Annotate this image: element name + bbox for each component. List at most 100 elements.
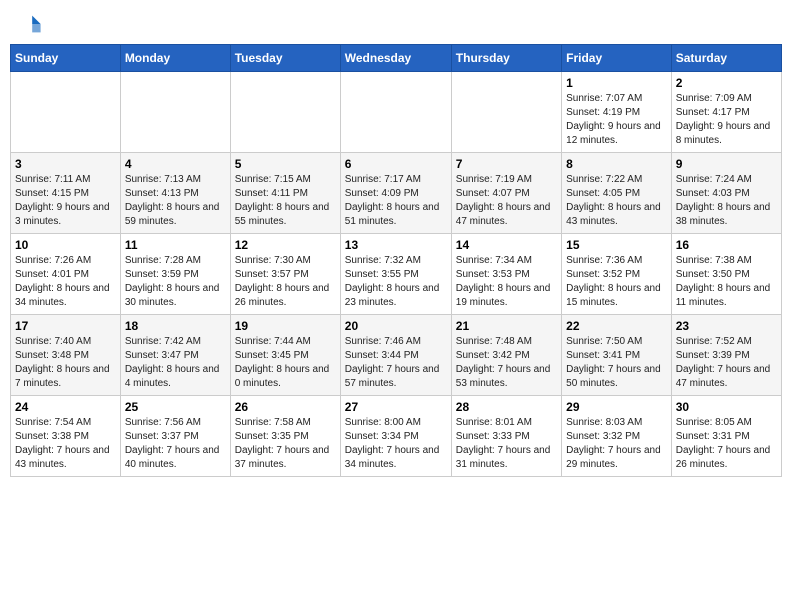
- calendar-cell: 25 Sunrise: 7:56 AM Sunset: 3:37 PM Dayli…: [120, 396, 230, 477]
- calendar-body: 1 Sunrise: 7:07 AM Sunset: 4:19 PM Daylig…: [11, 72, 782, 477]
- calendar-cell: [120, 72, 230, 153]
- calendar-cell: 15Sunrise: 7:36 AM Sunset: 3:52 PM Dayli…: [562, 234, 672, 315]
- day-info: Sunrise: 8:00 AM Sunset: 3:34 PM Dayligh…: [345, 416, 447, 472]
- calendar-cell: 12 Sunrise: 7:30 AM Sunset: 3:57 PM Dayli…: [230, 234, 340, 315]
- day-info: Sunrise: 7:46 AM Sunset: 3:44 PM Dayligh…: [345, 335, 447, 391]
- day-number: 30: [676, 400, 777, 414]
- calendar-cell: 27 Sunrise: 8:00 AM Sunset: 3:34 PM Dayli…: [340, 396, 451, 477]
- day-number: 27: [345, 400, 447, 414]
- calendar-cell: 22Sunrise: 7:50 AM Sunset: 3:41 PM Dayli…: [562, 315, 672, 396]
- week-row-4: 17Sunrise: 7:40 AM Sunset: 3:48 PM Dayli…: [11, 315, 782, 396]
- day-number: 19: [235, 319, 336, 333]
- day-number: 8: [566, 157, 667, 171]
- calendar-cell: 3 Sunrise: 7:11 AM Sunset: 4:15 PM Daylig…: [11, 153, 121, 234]
- day-header-saturday: Saturday: [671, 45, 781, 72]
- calendar-cell: 26 Sunrise: 7:58 AM Sunset: 3:35 PM Dayli…: [230, 396, 340, 477]
- day-number: 29: [566, 400, 667, 414]
- calendar-cell: 23Sunrise: 7:52 AM Sunset: 3:39 PM Dayli…: [671, 315, 781, 396]
- day-info: Sunrise: 7:56 AM Sunset: 3:37 PM Dayligh…: [125, 416, 226, 472]
- day-info: Sunrise: 7:34 AM Sunset: 3:53 PM Dayligh…: [456, 254, 557, 310]
- day-number: 20: [345, 319, 447, 333]
- calendar: SundayMondayTuesdayWednesdayThursdayFrid…: [10, 44, 782, 477]
- day-header-friday: Friday: [562, 45, 672, 72]
- day-info: Sunrise: 7:13 AM Sunset: 4:13 PM Dayligh…: [125, 173, 226, 229]
- calendar-cell: 16 Sunrise: 7:38 AM Sunset: 3:50 PM Dayli…: [671, 234, 781, 315]
- day-info: Sunrise: 7:38 AM Sunset: 3:50 PM Dayligh…: [676, 254, 777, 310]
- calendar-cell: [230, 72, 340, 153]
- day-info: Sunrise: 7:26 AM Sunset: 4:01 PM Dayligh…: [15, 254, 116, 310]
- day-info: Sunrise: 7:07 AM Sunset: 4:19 PM Dayligh…: [566, 92, 667, 148]
- week-row-2: 3 Sunrise: 7:11 AM Sunset: 4:15 PM Daylig…: [11, 153, 782, 234]
- day-number: 11: [125, 238, 226, 252]
- day-number: 25: [125, 400, 226, 414]
- day-number: 14: [456, 238, 557, 252]
- calendar-cell: 5Sunrise: 7:15 AM Sunset: 4:11 PM Daylig…: [230, 153, 340, 234]
- calendar-cell: 1 Sunrise: 7:07 AM Sunset: 4:19 PM Daylig…: [562, 72, 672, 153]
- day-number: 4: [125, 157, 226, 171]
- calendar-cell: 28 Sunrise: 8:01 AM Sunset: 3:33 PM Dayli…: [451, 396, 561, 477]
- day-info: Sunrise: 7:48 AM Sunset: 3:42 PM Dayligh…: [456, 335, 557, 391]
- week-row-1: 1 Sunrise: 7:07 AM Sunset: 4:19 PM Daylig…: [11, 72, 782, 153]
- day-info: Sunrise: 7:58 AM Sunset: 3:35 PM Dayligh…: [235, 416, 336, 472]
- day-number: 21: [456, 319, 557, 333]
- day-info: Sunrise: 8:01 AM Sunset: 3:33 PM Dayligh…: [456, 416, 557, 472]
- day-number: 26: [235, 400, 336, 414]
- day-number: 3: [15, 157, 116, 171]
- calendar-cell: 6 Sunrise: 7:17 AM Sunset: 4:09 PM Daylig…: [340, 153, 451, 234]
- calendar-cell: [11, 72, 121, 153]
- day-info: Sunrise: 7:54 AM Sunset: 3:38 PM Dayligh…: [15, 416, 116, 472]
- page-header: [10, 10, 782, 38]
- calendar-cell: 24 Sunrise: 7:54 AM Sunset: 3:38 PM Dayli…: [11, 396, 121, 477]
- week-row-3: 10 Sunrise: 7:26 AM Sunset: 4:01 PM Dayli…: [11, 234, 782, 315]
- day-number: 28: [456, 400, 557, 414]
- day-number: 12: [235, 238, 336, 252]
- day-info: Sunrise: 7:52 AM Sunset: 3:39 PM Dayligh…: [676, 335, 777, 391]
- day-info: Sunrise: 7:19 AM Sunset: 4:07 PM Dayligh…: [456, 173, 557, 229]
- calendar-cell: 10 Sunrise: 7:26 AM Sunset: 4:01 PM Dayli…: [11, 234, 121, 315]
- day-number: 13: [345, 238, 447, 252]
- calendar-cell: [451, 72, 561, 153]
- day-number: 7: [456, 157, 557, 171]
- day-info: Sunrise: 8:03 AM Sunset: 3:32 PM Dayligh…: [566, 416, 667, 472]
- day-number: 15: [566, 238, 667, 252]
- day-info: Sunrise: 7:09 AM Sunset: 4:17 PM Dayligh…: [676, 92, 777, 148]
- calendar-cell: 8 Sunrise: 7:22 AM Sunset: 4:05 PM Daylig…: [562, 153, 672, 234]
- calendar-cell: 2 Sunrise: 7:09 AM Sunset: 4:17 PM Daylig…: [671, 72, 781, 153]
- day-info: Sunrise: 7:32 AM Sunset: 3:55 PM Dayligh…: [345, 254, 447, 310]
- day-header-sunday: Sunday: [11, 45, 121, 72]
- day-header-tuesday: Tuesday: [230, 45, 340, 72]
- day-info: Sunrise: 7:50 AM Sunset: 3:41 PM Dayligh…: [566, 335, 667, 391]
- calendar-cell: [340, 72, 451, 153]
- calendar-cell: 11 Sunrise: 7:28 AM Sunset: 3:59 PM Dayli…: [120, 234, 230, 315]
- day-info: Sunrise: 7:22 AM Sunset: 4:05 PM Dayligh…: [566, 173, 667, 229]
- day-number: 1: [566, 76, 667, 90]
- logo: [14, 10, 44, 38]
- day-number: 6: [345, 157, 447, 171]
- day-header-monday: Monday: [120, 45, 230, 72]
- calendar-cell: 4 Sunrise: 7:13 AM Sunset: 4:13 PM Daylig…: [120, 153, 230, 234]
- day-info: Sunrise: 7:28 AM Sunset: 3:59 PM Dayligh…: [125, 254, 226, 310]
- day-number: 16: [676, 238, 777, 252]
- calendar-cell: 19Sunrise: 7:44 AM Sunset: 3:45 PM Dayli…: [230, 315, 340, 396]
- calendar-cell: 17Sunrise: 7:40 AM Sunset: 3:48 PM Dayli…: [11, 315, 121, 396]
- calendar-cell: 18Sunrise: 7:42 AM Sunset: 3:47 PM Dayli…: [120, 315, 230, 396]
- calendar-cell: 7 Sunrise: 7:19 AM Sunset: 4:07 PM Daylig…: [451, 153, 561, 234]
- day-info: Sunrise: 8:05 AM Sunset: 3:31 PM Dayligh…: [676, 416, 777, 472]
- calendar-cell: 13 Sunrise: 7:32 AM Sunset: 3:55 PM Dayli…: [340, 234, 451, 315]
- day-number: 2: [676, 76, 777, 90]
- day-info: Sunrise: 7:40 AM Sunset: 3:48 PM Dayligh…: [15, 335, 116, 391]
- day-number: 24: [15, 400, 116, 414]
- day-info: Sunrise: 7:15 AM Sunset: 4:11 PM Dayligh…: [235, 173, 336, 229]
- day-info: Sunrise: 7:30 AM Sunset: 3:57 PM Dayligh…: [235, 254, 336, 310]
- day-number: 9: [676, 157, 777, 171]
- day-info: Sunrise: 7:17 AM Sunset: 4:09 PM Dayligh…: [345, 173, 447, 229]
- day-number: 18: [125, 319, 226, 333]
- calendar-cell: 20 Sunrise: 7:46 AM Sunset: 3:44 PM Dayli…: [340, 315, 451, 396]
- day-header-thursday: Thursday: [451, 45, 561, 72]
- day-info: Sunrise: 7:11 AM Sunset: 4:15 PM Dayligh…: [15, 173, 116, 229]
- calendar-cell: 29 Sunrise: 8:03 AM Sunset: 3:32 PM Dayli…: [562, 396, 672, 477]
- day-info: Sunrise: 7:24 AM Sunset: 4:03 PM Dayligh…: [676, 173, 777, 229]
- calendar-cell: 14 Sunrise: 7:34 AM Sunset: 3:53 PM Dayli…: [451, 234, 561, 315]
- day-number: 10: [15, 238, 116, 252]
- calendar-cell: 9 Sunrise: 7:24 AM Sunset: 4:03 PM Daylig…: [671, 153, 781, 234]
